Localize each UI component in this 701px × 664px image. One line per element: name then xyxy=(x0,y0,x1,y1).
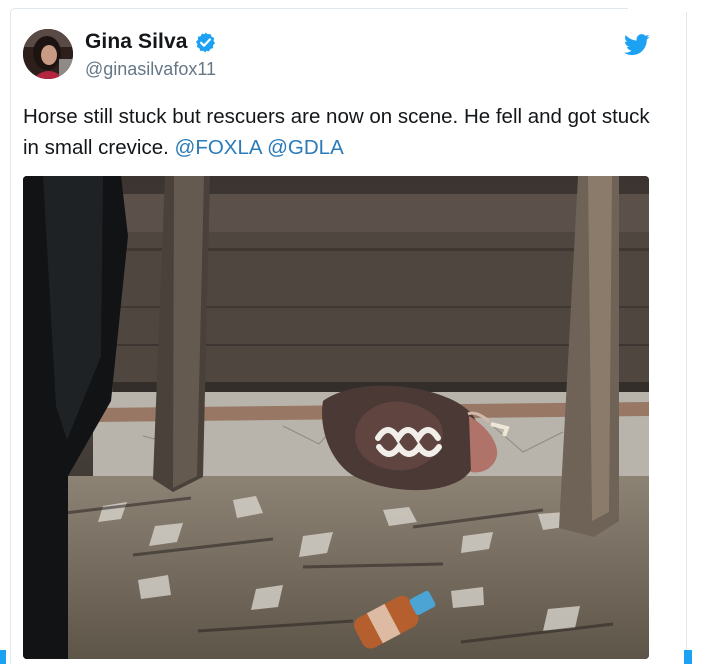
tweet-text: Horse still stuck but rescuers are now o… xyxy=(23,101,663,163)
page: Gina Silva @ginasilvafox11 Horse still s… xyxy=(0,0,701,664)
twitter-bird-icon[interactable] xyxy=(624,34,650,56)
mention-link-gdla[interactable]: @GDLA xyxy=(267,136,344,159)
mention-link-foxla[interactable]: @FOXLA xyxy=(175,136,262,159)
tweet-photo[interactable] xyxy=(23,176,649,659)
right-scroll-edge xyxy=(684,650,692,664)
verified-badge-icon xyxy=(195,31,215,53)
card-top-gap xyxy=(628,0,701,12)
author-name-row[interactable]: Gina Silva xyxy=(85,30,217,54)
photo xyxy=(23,176,649,659)
avatar[interactable] xyxy=(23,29,73,79)
author-handle[interactable]: @ginasilvafox11 xyxy=(85,59,216,80)
avatar-photo xyxy=(23,29,73,79)
author-display-name[interactable]: Gina Silva xyxy=(85,30,188,54)
left-scroll-edge xyxy=(0,650,6,664)
